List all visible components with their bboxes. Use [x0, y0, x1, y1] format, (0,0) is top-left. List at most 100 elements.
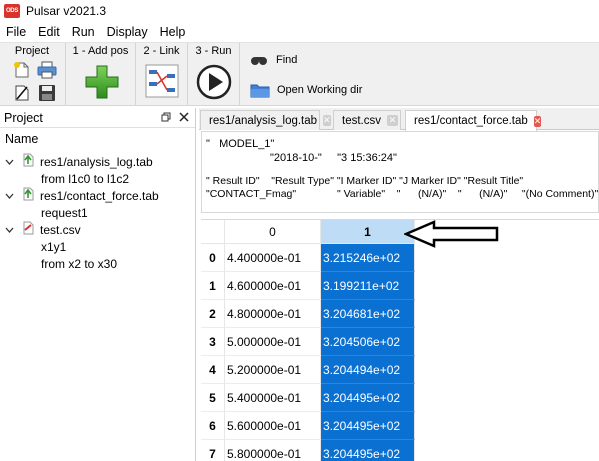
- row-header[interactable]: 2: [201, 300, 225, 328]
- table-cell-selected[interactable]: 3.204506e+02: [321, 328, 415, 356]
- chevron-down-icon[interactable]: [4, 157, 14, 167]
- menu-display[interactable]: Display: [101, 25, 154, 39]
- cancel-file-icon: [15, 85, 29, 101]
- play-icon: [196, 64, 232, 100]
- printer-icon: [37, 61, 57, 79]
- table-cell-selected[interactable]: 3.199211e+02: [321, 272, 415, 300]
- new-file-icon: [14, 62, 29, 78]
- tab-label: res1/analysis_log.tab: [209, 114, 318, 127]
- tree-item-analysis-log[interactable]: res1/analysis_log.tab: [4, 153, 153, 170]
- row-header[interactable]: 3: [201, 328, 225, 356]
- menu-file[interactable]: File: [0, 25, 32, 39]
- row-header[interactable]: 0: [201, 244, 225, 272]
- table-cell-selected[interactable]: 3.215246e+02: [321, 244, 415, 272]
- tree-column-header: Name: [5, 132, 39, 146]
- run-label: 3 - Run: [195, 45, 232, 57]
- save-button[interactable]: [36, 83, 58, 103]
- tab-analysis-log[interactable]: res1/analysis_log.tab ✕: [200, 110, 331, 130]
- chevron-down-icon[interactable]: [4, 191, 14, 201]
- tree-item-label: res1/contact_force.tab: [40, 188, 159, 203]
- file-header-panel: " MODEL_1" "2018-10-" "3 15:36:24" " Res…: [201, 131, 599, 213]
- table-cell-selected[interactable]: 3.204494e+02: [321, 356, 415, 384]
- header-line: " Result ID" "Result Type" "I Marker ID"…: [206, 175, 524, 187]
- toolbar-group-run: 3 - Run: [188, 43, 240, 105]
- tree-item-label: res1/analysis_log.tab: [40, 154, 153, 169]
- find-label: Find: [276, 54, 298, 66]
- row-header[interactable]: 6: [201, 412, 225, 440]
- link-label: 2 - Link: [143, 45, 180, 57]
- table-cell[interactable]: 4.400000e-01: [225, 244, 321, 272]
- table-cell-selected[interactable]: 3.204495e+02: [321, 384, 415, 412]
- header-line: "CONTACT_Fmag" " Variable" " (N/A)" " (N…: [206, 188, 599, 200]
- data-table: 0 1 0 4.400000e-01 3.215246e+02 1 4.6000…: [201, 219, 599, 461]
- row-header[interactable]: 5: [201, 384, 225, 412]
- find-button[interactable]: Find: [250, 49, 350, 71]
- new-project-button[interactable]: [12, 60, 32, 80]
- menu-edit[interactable]: Edit: [32, 25, 66, 39]
- dock-header: Project: [0, 108, 195, 128]
- menu-run[interactable]: Run: [66, 25, 101, 39]
- tab-test-csv[interactable]: test.csv ✕: [333, 110, 401, 130]
- folder-icon: [250, 84, 270, 98]
- close-project-button[interactable]: [12, 83, 32, 103]
- header-line: " MODEL_1": [206, 138, 275, 150]
- project-dock: Project Name res1/analysis_log.tab from …: [0, 108, 196, 461]
- plus-icon: [85, 65, 119, 99]
- tree-subitem[interactable]: from l1c0 to l1c2: [41, 170, 129, 187]
- table-cell-selected[interactable]: 3.204681e+02: [321, 300, 415, 328]
- table-cell-selected[interactable]: 3.204495e+02: [321, 412, 415, 440]
- open-working-dir-label: Open Working dir: [277, 84, 363, 96]
- floppy-disk-icon: [39, 85, 55, 101]
- title-bar: ODS Pulsar v2021.3: [0, 0, 599, 22]
- table-cell[interactable]: 5.400000e-01: [225, 384, 321, 412]
- table-corner[interactable]: [201, 220, 225, 244]
- app-logo-icon: ODS: [4, 4, 20, 18]
- close-icon[interactable]: [177, 110, 191, 124]
- tree-subitem[interactable]: request1: [41, 204, 88, 221]
- file-up-icon: [22, 187, 34, 204]
- column-header-1[interactable]: 1: [321, 220, 415, 244]
- table-cell[interactable]: 5.800000e-01: [225, 440, 321, 461]
- toolbar: Project 1 - Add pos 2 - Link 3 - Run Fin…: [0, 42, 599, 106]
- print-button[interactable]: [36, 60, 58, 80]
- window-title: Pulsar v2021.3: [26, 4, 107, 18]
- binoculars-icon: [251, 57, 267, 65]
- menu-bar: File Edit Run Display Help: [0, 22, 599, 42]
- toolbar-group-project: Project: [0, 43, 66, 105]
- toolbar-group-add-pos: 1 - Add pos: [66, 43, 136, 105]
- table-cell[interactable]: 5.600000e-01: [225, 412, 321, 440]
- dock-title: Project: [4, 110, 43, 125]
- menu-help[interactable]: Help: [154, 25, 192, 39]
- table-cell[interactable]: 4.800000e-01: [225, 300, 321, 328]
- tree-item-test-csv[interactable]: test.csv: [4, 221, 81, 238]
- header-line: "2018-10-" "3 15:36:24": [270, 152, 397, 164]
- csv-file-icon: [22, 221, 34, 238]
- file-up-icon: [22, 153, 34, 170]
- tree-item-label: test.csv: [40, 222, 81, 237]
- open-working-dir-button[interactable]: Open Working dir: [250, 79, 400, 101]
- close-icon[interactable]: ✕: [323, 115, 331, 126]
- close-icon[interactable]: ✕: [386, 115, 398, 126]
- table-cell-selected[interactable]: 3.204495e+02: [321, 440, 415, 461]
- tree-item-contact-force[interactable]: res1/contact_force.tab: [4, 187, 159, 204]
- chevron-down-icon[interactable]: [4, 225, 14, 235]
- close-icon[interactable]: ✕: [533, 115, 542, 127]
- tree-subitem[interactable]: x1y1: [41, 238, 66, 255]
- arrow-left-icon: [404, 220, 499, 248]
- tab-contact-force[interactable]: res1/contact_force.tab ✕: [405, 110, 542, 131]
- table-cell[interactable]: 5.200000e-01: [225, 356, 321, 384]
- row-header[interactable]: 4: [201, 356, 225, 384]
- tree-subitem[interactable]: from x2 to x30: [41, 255, 117, 272]
- link-button[interactable]: [144, 63, 180, 99]
- table-cell[interactable]: 4.600000e-01: [225, 272, 321, 300]
- undock-icon[interactable]: [159, 110, 173, 124]
- row-header[interactable]: 7: [201, 440, 225, 461]
- add-pos-button[interactable]: [82, 62, 122, 102]
- row-header[interactable]: 1: [201, 272, 225, 300]
- add-pos-label: 1 - Add pos: [72, 45, 129, 57]
- run-button[interactable]: [194, 62, 234, 102]
- link-diagram-icon: [145, 64, 179, 98]
- column-header-0[interactable]: 0: [225, 220, 321, 244]
- tab-label: test.csv: [342, 114, 381, 127]
- table-cell[interactable]: 5.000000e-01: [225, 328, 321, 356]
